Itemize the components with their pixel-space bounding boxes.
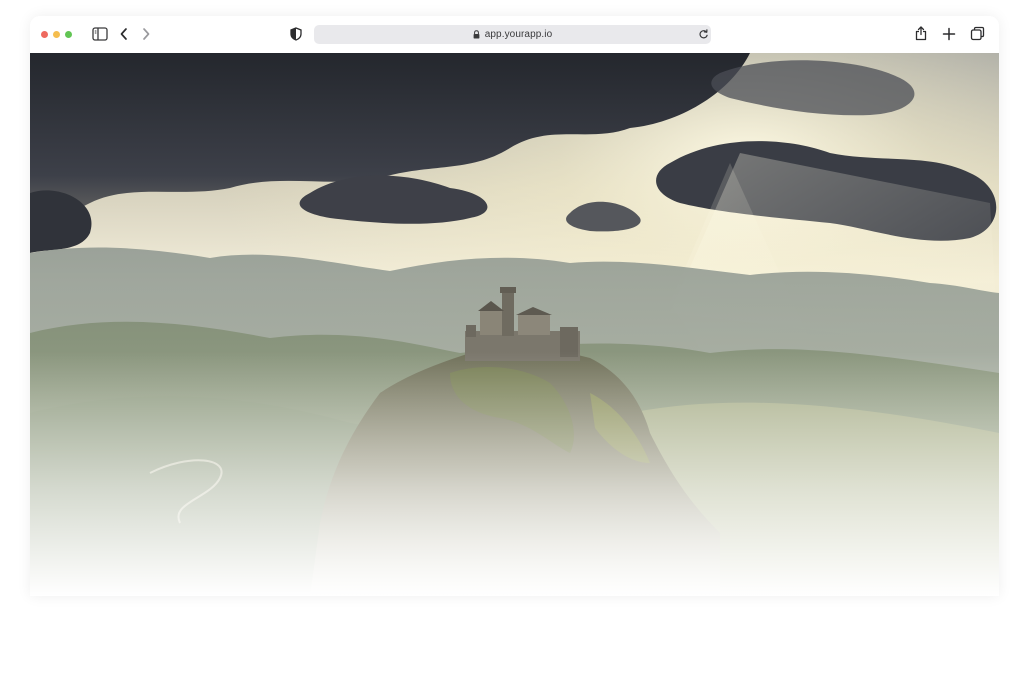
chevron-left-icon[interactable] [119,27,129,41]
address-bar[interactable]: app.yourapp.io [314,25,711,44]
page-content [30,53,999,596]
browser-window: app.yourapp.io [30,16,999,596]
minimize-window-button[interactable] [53,31,60,38]
url-text: app.yourapp.io [484,29,553,40]
lock-icon [473,30,480,39]
tab-overview-icon[interactable] [970,26,985,41]
reload-icon[interactable] [698,29,709,40]
hero-landscape-image [30,53,999,596]
browser-toolbar: app.yourapp.io [30,16,999,54]
chevron-right-icon[interactable] [141,27,151,41]
shield-icon[interactable] [290,27,302,41]
share-icon[interactable] [915,25,927,41]
sidebar-toggle-icon[interactable] [92,27,108,41]
zoom-window-button[interactable] [65,31,72,38]
address-bar-content: app.yourapp.io [314,25,711,44]
plus-icon[interactable] [942,27,956,41]
close-window-button[interactable] [41,31,48,38]
